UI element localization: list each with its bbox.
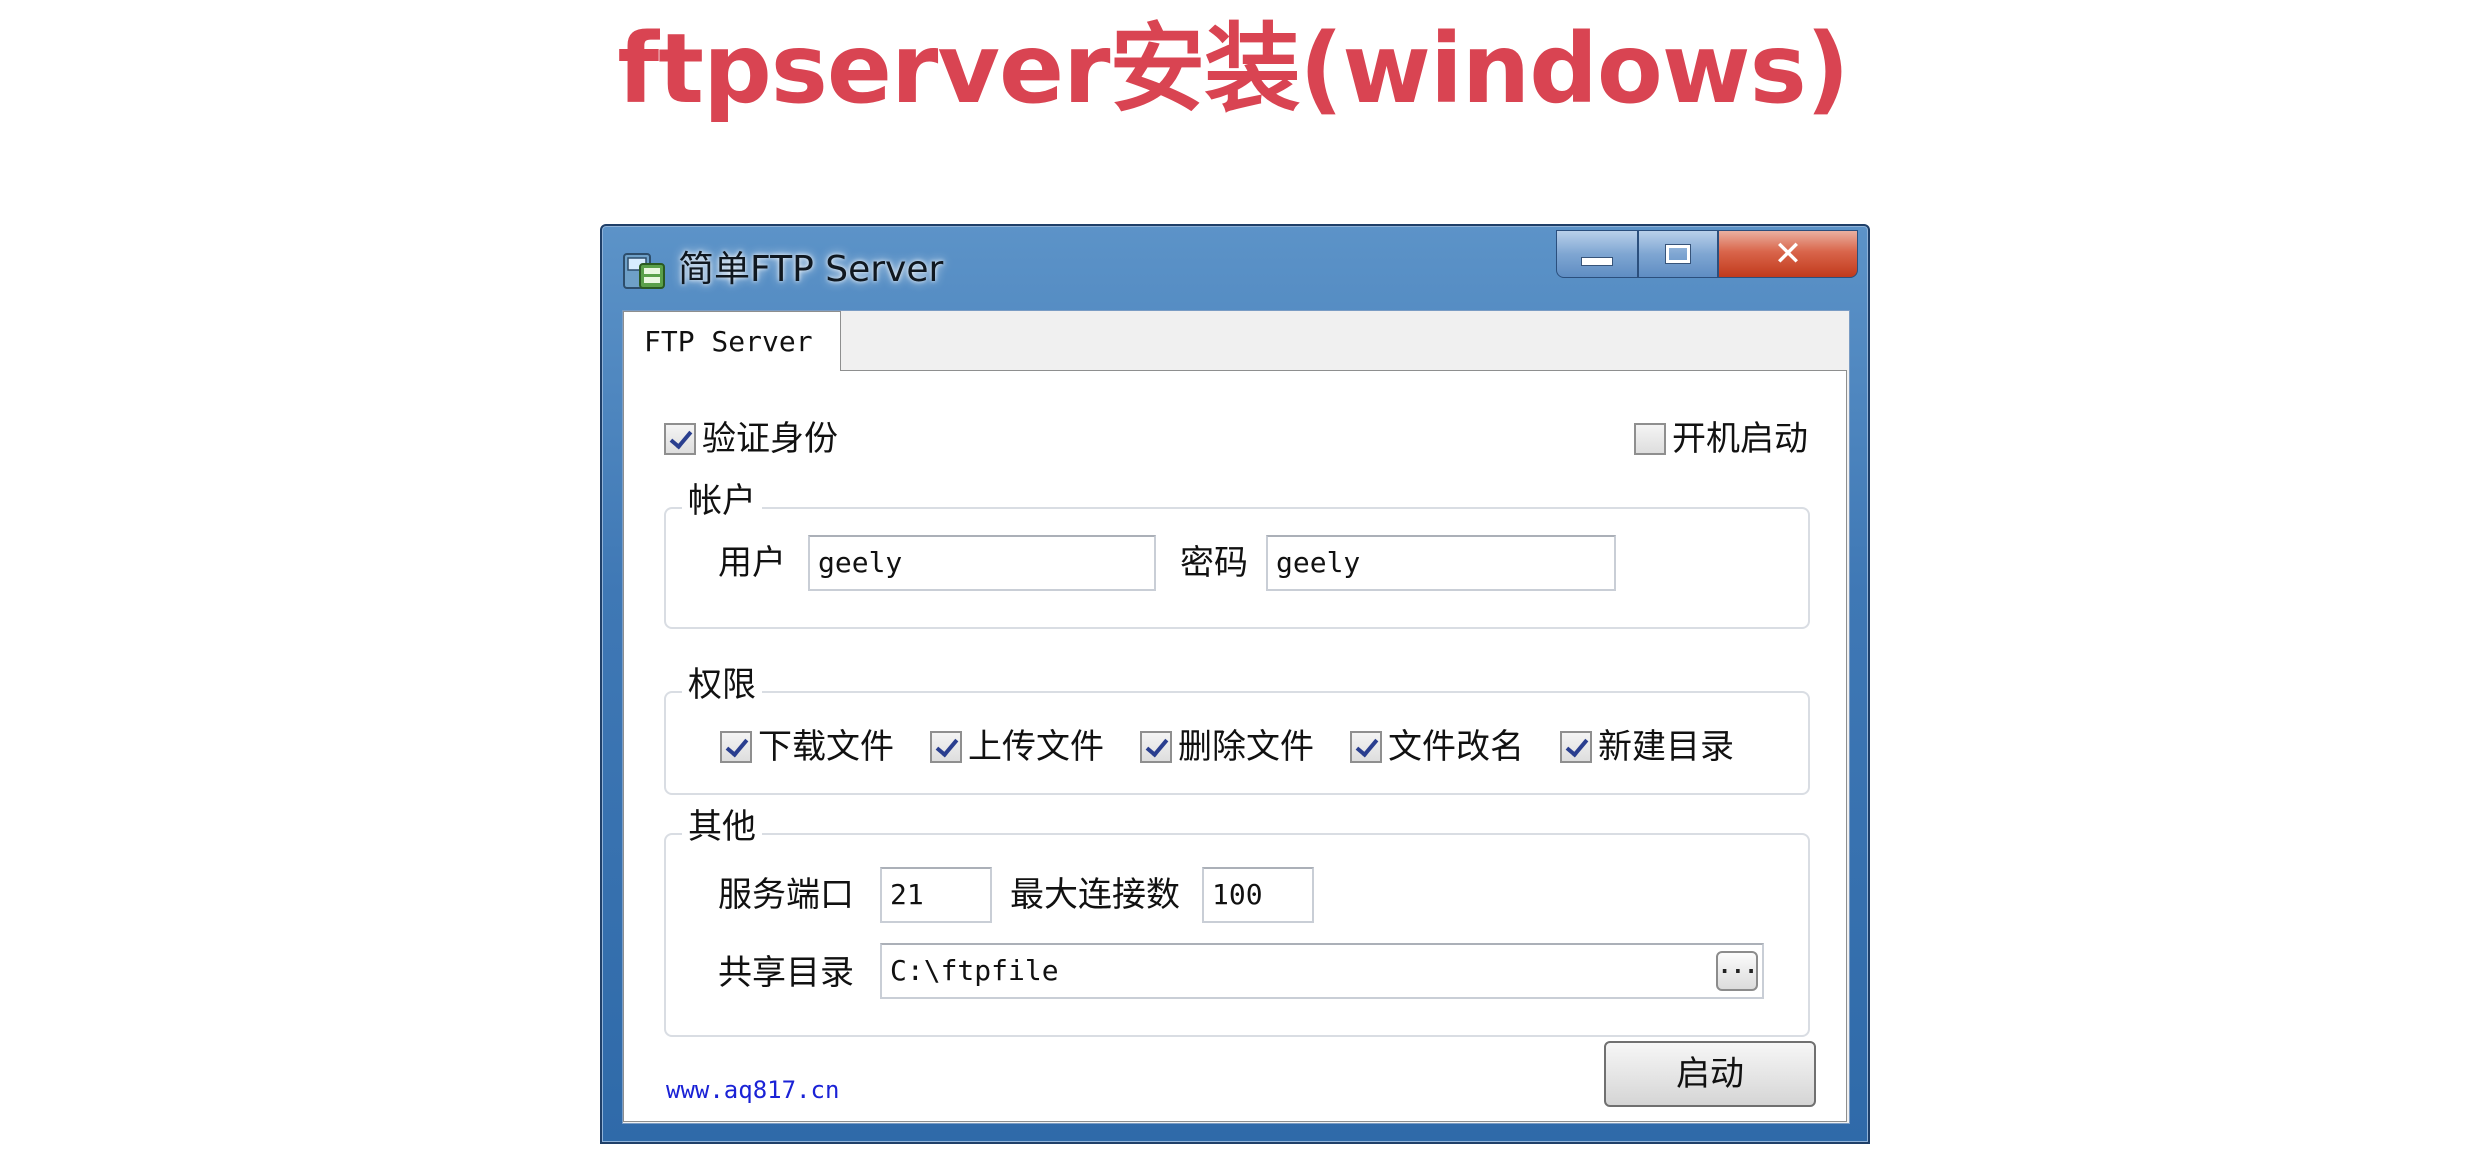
download-checkbox[interactable]: [720, 731, 752, 763]
auth-option[interactable]: 验证身份: [664, 419, 838, 459]
port-input[interactable]: 21: [880, 867, 992, 923]
perm-mkdir[interactable]: 新建目录: [1560, 727, 1734, 767]
other-group: 其他 服务端口 21 最大连接数 100 共享目录 C:\ftpfile ...: [664, 805, 1810, 1037]
account-legend: 帐户: [682, 479, 762, 523]
sharedir-label: 共享目录: [718, 953, 854, 993]
autostart-label: 开机启动: [1672, 419, 1808, 459]
auth-label: 验证身份: [702, 419, 838, 459]
client-area: FTP Server 验证身份 开机启动 帐户 用户 geely 密码 geel…: [622, 310, 1850, 1124]
rename-checkbox[interactable]: [1350, 731, 1382, 763]
upload-label: 上传文件: [968, 727, 1104, 767]
sharedir-input[interactable]: C:\ftpfile ...: [880, 943, 1764, 999]
tab-panel: 验证身份 开机启动 帐户 用户 geely 密码 geely 权限 下载文件 上…: [623, 370, 1847, 1122]
upload-checkbox[interactable]: [930, 731, 962, 763]
title-bar[interactable]: 简单FTP Server ✕: [602, 226, 1868, 310]
perm-download[interactable]: 下载文件: [720, 727, 894, 767]
start-button[interactable]: 启动: [1604, 1041, 1816, 1107]
sharedir-value: C:\ftpfile: [890, 954, 1059, 987]
minimize-button[interactable]: [1556, 230, 1638, 278]
app-window: 简单FTP Server ✕ FTP Server 验证身份 开机启动 帐户 用…: [600, 224, 1870, 1144]
maxconn-label: 最大连接数: [1010, 875, 1180, 915]
autostart-option[interactable]: 开机启动: [1634, 419, 1808, 459]
other-legend: 其他: [682, 805, 762, 849]
delete-label: 删除文件: [1178, 727, 1314, 767]
close-button[interactable]: ✕: [1718, 230, 1858, 278]
autostart-checkbox[interactable]: [1634, 423, 1666, 455]
account-group: 帐户 用户 geely 密码 geely: [664, 479, 1810, 629]
maximize-icon: [1665, 244, 1691, 264]
mkdir-checkbox[interactable]: [1560, 731, 1592, 763]
port-label: 服务端口: [718, 875, 854, 915]
rename-label: 文件改名: [1388, 727, 1524, 767]
maxconn-input[interactable]: 100: [1202, 867, 1314, 923]
app-icon: [623, 253, 665, 289]
tab-ftp-server[interactable]: FTP Server: [623, 311, 841, 371]
password-input[interactable]: geely: [1266, 535, 1616, 591]
maximize-button[interactable]: [1638, 230, 1718, 278]
user-input[interactable]: geely: [808, 535, 1156, 591]
close-icon: ✕: [1773, 234, 1803, 274]
auth-checkbox[interactable]: [664, 423, 696, 455]
slide-title: ftpserver安装(windows): [617, 13, 1849, 125]
permissions-legend: 权限: [682, 663, 762, 707]
browse-button[interactable]: ...: [1716, 951, 1758, 991]
window-title: 简单FTP Server: [678, 249, 944, 290]
website-link[interactable]: www.aq817.cn: [666, 1075, 839, 1105]
perm-rename[interactable]: 文件改名: [1350, 727, 1524, 767]
perm-delete[interactable]: 删除文件: [1140, 727, 1314, 767]
minimize-icon: [1581, 256, 1613, 266]
perm-upload[interactable]: 上传文件: [930, 727, 1104, 767]
delete-checkbox[interactable]: [1140, 731, 1172, 763]
user-label: 用户: [718, 543, 786, 583]
mkdir-label: 新建目录: [1598, 727, 1734, 767]
permissions-group: 权限 下载文件 上传文件 删除文件 文件改名 新建目录: [664, 663, 1810, 795]
download-label: 下载文件: [758, 727, 894, 767]
password-label: 密码: [1180, 543, 1248, 583]
